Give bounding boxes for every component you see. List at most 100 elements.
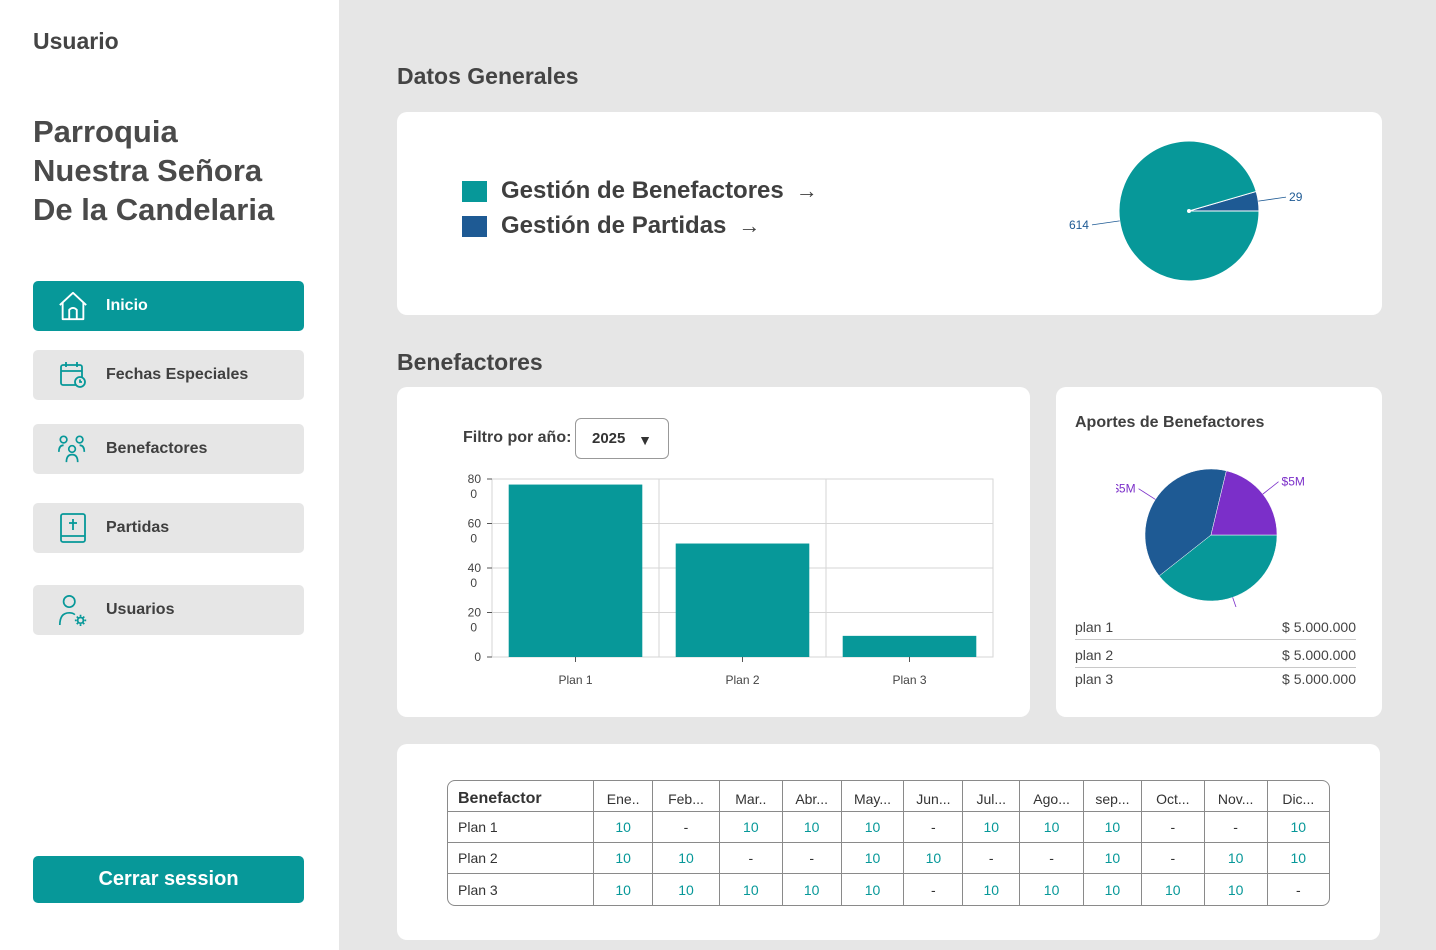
plan-row: plan 2 $ 5.000.000 bbox=[1075, 642, 1356, 668]
nav-item-usuarios[interactable]: Usuarios bbox=[33, 585, 304, 635]
legend-swatch-benefactores bbox=[462, 180, 487, 202]
plan-name: plan 1 bbox=[1075, 618, 1114, 635]
table-cell-value: 10 bbox=[1141, 873, 1205, 905]
nav-item-inicio[interactable]: Inicio bbox=[33, 281, 304, 331]
book-cross-icon bbox=[57, 512, 89, 544]
table-cell-value: - bbox=[719, 842, 783, 875]
y-tick-label: 20 0 bbox=[468, 606, 482, 635]
year-select-value: 2025 bbox=[592, 430, 626, 447]
table-cell-value: - bbox=[1019, 842, 1084, 875]
pie-leader-line bbox=[1262, 481, 1279, 495]
pie-leader-line bbox=[1258, 196, 1287, 202]
monthly-table: Benefactor Ene.. Feb... Mar.. Abr... May... Ju… bbox=[447, 780, 1330, 906]
plan-amount: $ 5.000.000 bbox=[1282, 618, 1356, 635]
table-cell-value: 10 bbox=[719, 873, 783, 905]
legend-gestion-partidas[interactable]: Gestión de Partidas → bbox=[462, 212, 760, 240]
table-cell-value: - bbox=[1141, 811, 1205, 843]
table-cell-value: 10 bbox=[1083, 842, 1142, 875]
table-cell-value: 10 bbox=[903, 842, 964, 875]
table-header-month: Feb... bbox=[652, 781, 720, 812]
pie-data-label: 29 bbox=[1289, 190, 1303, 204]
arrow-right-icon: → bbox=[738, 213, 761, 238]
table-cell-value: 10 bbox=[962, 811, 1021, 843]
sidebar: Usuario Parroquia Nuestra Señora De la C… bbox=[0, 0, 339, 950]
table-cell-value: 10 bbox=[1267, 811, 1329, 843]
nav-label-fechas: Fechas Especiales bbox=[106, 366, 249, 383]
table-header-month: Abr... bbox=[782, 781, 842, 812]
table-cell-value: 10 bbox=[593, 842, 654, 875]
nav-label-benefactores: Benefactores bbox=[106, 440, 208, 457]
table-cell-value: 10 bbox=[593, 811, 654, 843]
table-row: Plan 1 10-10 10 10-10 10 10- -10 bbox=[448, 811, 1329, 843]
nav-item-fechas-especiales[interactable]: Fechas Especiales bbox=[33, 350, 304, 400]
home-icon bbox=[57, 290, 89, 322]
filter-label: Filtro por año: bbox=[463, 429, 572, 446]
table-cell-value: - bbox=[1295, 881, 1301, 898]
table-cell-value: - bbox=[782, 842, 842, 875]
nav-item-partidas[interactable]: Partidas bbox=[33, 503, 304, 553]
plan-name: plan 3 bbox=[1075, 671, 1114, 687]
table-cell-value: - bbox=[1141, 842, 1205, 875]
table-header-month: Ene.. bbox=[593, 781, 654, 812]
legend-swatch-partidas bbox=[462, 215, 487, 237]
table-cell-value: - bbox=[962, 842, 1021, 875]
pie-data-label: 614 bbox=[1069, 218, 1089, 232]
parish-line-2: Nuestra Señora bbox=[33, 153, 263, 188]
plan-name: plan 2 bbox=[1075, 646, 1114, 663]
x-tick-label: Plan 3 bbox=[892, 673, 926, 687]
table-header-month: Nov... bbox=[1204, 781, 1268, 812]
table-cell-value: 10 bbox=[652, 873, 720, 905]
caret-down-icon: ▼ bbox=[638, 432, 652, 448]
bar-chart-card: Filtro por año: 2025 ▼ 0 20 0 40 0 60 0 80 0 Plan… bbox=[397, 387, 1030, 717]
year-select[interactable]: 2025 ▼ bbox=[575, 418, 669, 459]
logout-button[interactable]: Cerrar session bbox=[33, 856, 304, 903]
x-tick-label: Plan 2 bbox=[725, 673, 759, 687]
user-label: Usuario bbox=[33, 28, 119, 54]
table-header-month: Ago... bbox=[1019, 781, 1084, 812]
x-tick-label: Plan 1 bbox=[558, 673, 592, 687]
pie-data-label: $5M bbox=[1116, 482, 1136, 496]
table-cell-value: 10 bbox=[593, 873, 654, 905]
plan-row: plan 1 $ 5.000.000 bbox=[1075, 614, 1356, 640]
aportes-pie-chart: $5M$5M$5M bbox=[1116, 468, 1305, 607]
table-row: Plan 2 10 10- -10 10- -10-10 10 bbox=[448, 842, 1329, 875]
pie-leader-line bbox=[1138, 488, 1156, 500]
table-header-month: May... bbox=[841, 781, 905, 812]
parish-line-3: De la Candelaria bbox=[33, 192, 275, 227]
table-header-month: Dic... bbox=[1267, 781, 1329, 812]
nav-label-inicio: Inicio bbox=[106, 297, 148, 314]
table-cell-value: 10 bbox=[1083, 811, 1142, 843]
table-cell-value: 10 bbox=[1019, 811, 1084, 843]
aportes-card: Aportes de Benefactores $5M$5M$5M plan 1… bbox=[1056, 387, 1382, 717]
table-cell-value: 10 bbox=[841, 842, 905, 875]
table-cell-value: 10 bbox=[719, 811, 783, 843]
parish-line-1: Parroquia bbox=[33, 114, 178, 149]
table-row: Plan 3 10 10 10 10 10-10 10 10 10 10- bbox=[448, 873, 1329, 905]
table-cell-value: 10 bbox=[1204, 873, 1268, 905]
y-tick-label: 80 0 bbox=[468, 472, 482, 501]
user-settings-icon bbox=[57, 594, 89, 626]
bar bbox=[508, 484, 643, 657]
table-header-month: sep... bbox=[1083, 781, 1142, 812]
monthly-table-card: Benefactor Ene.. Feb... Mar.. Abr... May... Ju… bbox=[397, 744, 1380, 940]
datos-generales-title: Datos Generales bbox=[397, 63, 579, 89]
plans-bar-chart: 0 20 0 40 0 60 0 80 0 Plan 1 Plan 2 Plan 3 bbox=[468, 472, 994, 687]
aportes-title: Aportes de Benefactores bbox=[1075, 414, 1265, 431]
calendar-clock-icon bbox=[57, 359, 89, 391]
nav-label-partidas: Partidas bbox=[106, 519, 170, 536]
table-cell-plan: Plan 1 bbox=[448, 811, 595, 843]
table-cell-value: 10 bbox=[962, 873, 1021, 905]
table-cell-value: 10 bbox=[652, 842, 720, 875]
legend-gestion-benefactores[interactable]: Gestión de Benefactores → bbox=[462, 177, 818, 205]
y-tick-label: 0 bbox=[474, 650, 481, 664]
arrow-right-icon: → bbox=[795, 178, 818, 203]
users-group-icon bbox=[57, 433, 89, 465]
table-header-month: Oct... bbox=[1141, 781, 1205, 812]
nav-item-benefactores[interactable]: Benefactores bbox=[33, 424, 304, 474]
table-cell-plan: Plan 3 bbox=[448, 873, 595, 905]
table-cell-value: 10 bbox=[1019, 873, 1084, 905]
pie-center-dot bbox=[1187, 209, 1191, 213]
table-cell-value: 10 bbox=[782, 873, 842, 905]
table-header-benefactor: Benefactor bbox=[448, 781, 595, 812]
table-cell-value: 10 bbox=[841, 873, 905, 905]
